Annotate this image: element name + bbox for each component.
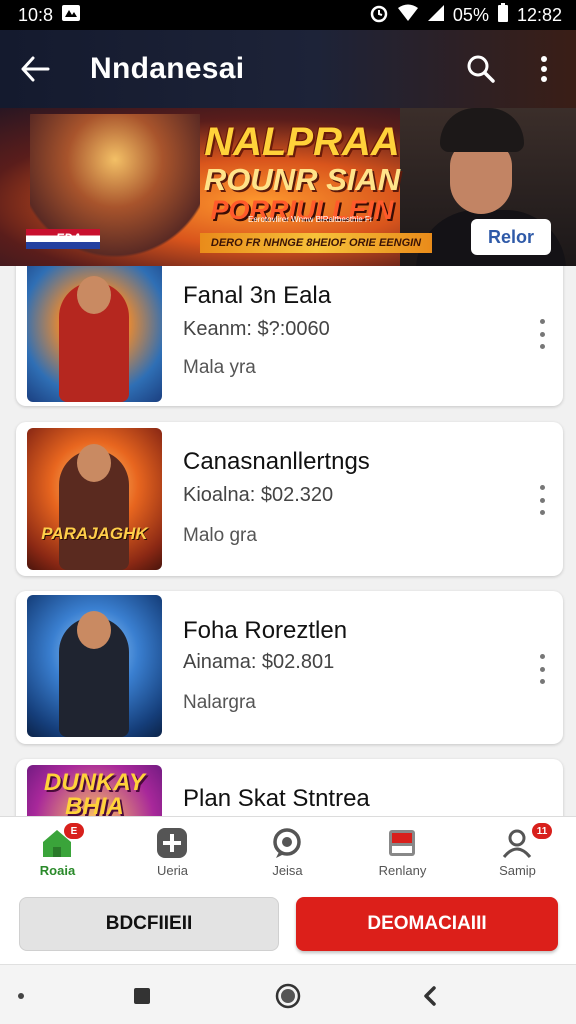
chevron-left-icon [424, 986, 436, 1006]
banner-title: NALPRAA ROUNR SIAN PORRIULLEIN [192, 122, 412, 224]
thumbnail-text: PARAJAGHK [41, 524, 148, 543]
thumbnail-text: DUNKAY BHIA [44, 769, 145, 817]
nav-label: Jeisa [272, 863, 303, 878]
status-bar: 10:8 05% 12:82 [0, 0, 576, 30]
status-right: 05% 12:82 [369, 2, 562, 28]
nav-badge: 11 [532, 823, 552, 839]
nav-badge: E [64, 823, 84, 839]
card-more-button[interactable] [532, 485, 552, 515]
card-subtitle: Nalargra [183, 692, 256, 713]
back-button[interactable] [0, 30, 70, 108]
notification-icon [61, 4, 81, 27]
recents-icon [134, 988, 150, 1004]
bottom-navigation: E Roaia Ueria Jeisa Renlany 11 Samip [0, 816, 576, 888]
card-title: Foha Roreztlen [183, 617, 348, 644]
nav-label: Renlany [378, 863, 427, 878]
card-title: Canasnanllertngs [183, 448, 370, 475]
list-item[interactable]: PARAJAGHK Canasnanllertngs Kioalna: $02.… [16, 422, 563, 576]
nav-item-wallet[interactable]: Renlany [345, 817, 460, 889]
alarm-icon [369, 3, 389, 28]
banner-flag-text: EDA [56, 231, 82, 245]
game-list: Fanal 3n Eala Keanm: $?:0060 Mala yra PA… [0, 266, 576, 816]
banner-subline: Eerotovlirer Wnnw BlRaltbesthie Fr [248, 215, 373, 224]
card-more-button[interactable] [532, 319, 552, 349]
system-navigation-bar [0, 964, 576, 1024]
battery-percent: 05% [452, 4, 489, 25]
game-thumbnail: PARAJAGHK [27, 428, 162, 570]
nav-item-add[interactable]: Ueria [115, 817, 230, 889]
wifi-icon [397, 4, 419, 27]
status-time: 10:8 [18, 4, 54, 25]
banner-title-line2: ROUNR SIAN [203, 162, 401, 197]
nav-label: Samip [499, 863, 536, 878]
profile-icon [502, 829, 532, 858]
banner-title-line1: NALPRAA [204, 120, 400, 164]
nav-item-chat[interactable]: Jeisa [230, 817, 345, 889]
card-title: Fanal 3n Eala [183, 282, 332, 309]
status-clock: 12:82 [516, 4, 562, 25]
card-more-button[interactable] [532, 654, 552, 684]
banner-cta-button[interactable]: Relor [471, 219, 551, 255]
card-price: Kioalna: $02.320 [183, 484, 334, 506]
card-title: Plan Skat Stntrea [183, 785, 370, 812]
chat-icon [273, 828, 301, 858]
status-left: 10:8 [18, 4, 81, 27]
signal-icon [427, 4, 445, 27]
card-price: Keanm: $?:0060 [183, 318, 330, 340]
game-thumbnail [27, 595, 162, 737]
more-vertical-icon [541, 56, 547, 82]
wallet-icon [389, 830, 415, 856]
secondary-action-button[interactable]: BDCFIIEII [19, 897, 279, 951]
search-button[interactable] [458, 46, 504, 92]
list-item[interactable]: Fanal 3n Eala Keanm: $?:0060 Mala yra [16, 266, 563, 406]
home-circle-icon [275, 983, 301, 1009]
card-subtitle: Malo gra [183, 525, 257, 546]
back-nav-button[interactable] [417, 983, 443, 1009]
nav-item-profile[interactable]: 11 Samip [460, 817, 575, 889]
plus-icon [157, 828, 187, 858]
search-icon [467, 55, 495, 83]
battery-icon [497, 2, 509, 28]
game-thumbnail: DUNKAY BHIA [27, 765, 162, 816]
recents-button[interactable] [129, 983, 155, 1009]
nav-label: Ueria [156, 863, 189, 878]
home-button[interactable] [275, 983, 301, 1009]
action-bar: BDCFIIEII DEOMACIAIII [0, 888, 576, 964]
system-dot-button[interactable] [8, 983, 34, 1009]
overflow-menu-button[interactable] [526, 46, 562, 92]
arrow-left-icon [21, 56, 50, 82]
dot-icon [18, 993, 24, 999]
card-price: Ainama: $02.801 [183, 651, 335, 673]
card-subtitle: Mala yra [183, 357, 256, 378]
list-item[interactable]: Foha Roreztlen Ainama: $02.801 Nalargra [16, 591, 563, 744]
nav-label: Roaia [39, 863, 76, 878]
primary-action-button[interactable]: DEOMACIAIII [296, 897, 558, 951]
list-item[interactable]: DUNKAY BHIA Plan Skat Stntrea [16, 759, 563, 816]
promo-banner[interactable]: NALPRAA ROUNR SIAN PORRIULLEIN Eerotovli… [0, 108, 576, 266]
banner-strip: DERO FR NHNGE 8HEIOF ORIE EENGIN [200, 233, 432, 253]
nav-item-home[interactable]: E Roaia [0, 817, 115, 889]
page-title: Nndanesai [90, 52, 245, 85]
app-bar: Nndanesai [0, 30, 576, 108]
game-thumbnail [27, 266, 162, 402]
